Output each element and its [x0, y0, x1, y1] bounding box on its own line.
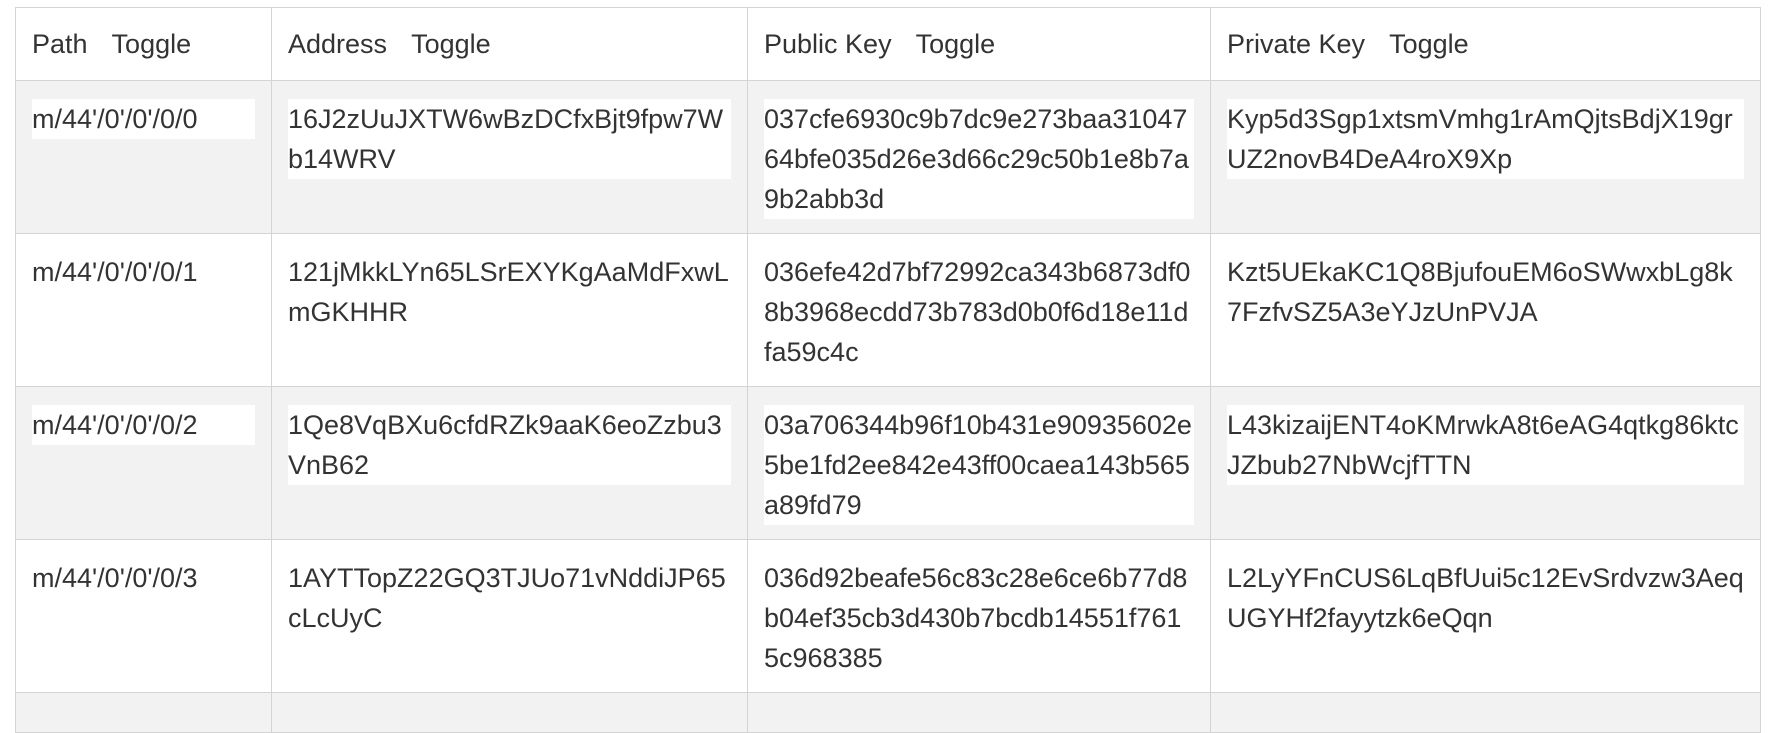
private-key-cell: Kzt5UEkaKC1Q8BjufouEM6oSWwxbLg8k7FzfvSZ5… [1210, 233, 1761, 387]
address-value[interactable]: 121jMkkLYn65LSrEXYKgAaMdFxwLmGKHHR [288, 252, 731, 332]
table-header: Path Toggle Address Toggle Public Key Toggl… [15, 7, 1761, 81]
public-key-value[interactable]: 036efe42d7bf72992ca343b6873df08b3968ecdd… [764, 252, 1194, 372]
private-key-value[interactable]: L2LyYFnCUS6LqBfUui5c12EvSrdvzw3AeqUGYHf2… [1227, 558, 1744, 638]
path-value[interactable]: m/44'/0'/0'/0/1 [32, 252, 255, 292]
table-row: m/44'/0'/0'/0/0 16J2zUuJXTW6wBzDCfxBjt9f… [15, 80, 1761, 234]
public-key-value[interactable]: 037cfe6930c9b7dc9e273baa3104764bfe035d26… [764, 99, 1194, 219]
table-body: m/44'/0'/0'/0/0 16J2zUuJXTW6wBzDCfxBjt9f… [15, 80, 1761, 733]
column-header-address: Address Toggle [271, 7, 748, 81]
private-key-toggle-link[interactable]: Toggle [1389, 29, 1469, 59]
private-key-value[interactable]: L43kizaijENT4oKMrwkA8t6eAG4qtkg86ktcJZbu… [1227, 405, 1744, 485]
public-key-toggle-link[interactable]: Toggle [916, 29, 996, 59]
column-header-public-key: Public Key Toggle [747, 7, 1211, 81]
private-key-value[interactable]: Kyp5d3Sgp1xtsmVmhg1rAmQjtsBdjX19grUZ2nov… [1227, 99, 1744, 179]
address-value[interactable]: 1AYTTopZ22GQ3TJUo71vNddiJP65cLcUyC [288, 558, 731, 638]
public-key-value[interactable]: 03a706344b96f10b431e90935602e5be1fd2ee84… [764, 405, 1194, 525]
address-toggle-link[interactable]: Toggle [411, 29, 491, 59]
address-header-label: Address [288, 29, 388, 59]
derived-addresses-table-container: Path Toggle Address Toggle Public Key Toggl… [15, 7, 1761, 733]
private-key-header-label: Private Key [1227, 29, 1366, 59]
path-cell: m/44'/0'/0'/0/3 [15, 539, 272, 693]
public-key-cell: 036d92beafe56c83c28e6ce6b77d8b04ef35cb3d… [747, 539, 1211, 693]
private-key-value[interactable]: Kzt5UEkaKC1Q8BjufouEM6oSWwxbLg8k7FzfvSZ5… [1227, 252, 1744, 332]
table-row: m/44'/0'/0'/0/3 1AYTTopZ22GQ3TJUo71vNddi… [15, 539, 1761, 693]
public-key-value[interactable]: 036d92beafe56c83c28e6ce6b77d8b04ef35cb3d… [764, 558, 1194, 678]
private-key-cell: L2LyYFnCUS6LqBfUui5c12EvSrdvzw3AeqUGYHf2… [1210, 539, 1761, 693]
address-cell: 121jMkkLYn65LSrEXYKgAaMdFxwLmGKHHR [271, 233, 748, 387]
path-toggle-link[interactable]: Toggle [112, 29, 192, 59]
address-cell: 1Qe8VqBXu6cfdRZk9aaK6eoZzbu3VnB62 [271, 386, 748, 540]
public-key-header-label: Public Key [764, 29, 892, 59]
public-key-cell: 036efe42d7bf72992ca343b6873df08b3968ecdd… [747, 233, 1211, 387]
table-row: m/44'/0'/0'/0/1 121jMkkLYn65LSrEXYKgAaMd… [15, 233, 1761, 387]
path-cell [15, 692, 272, 733]
private-key-cell [1210, 692, 1761, 733]
public-key-cell: 03a706344b96f10b431e90935602e5be1fd2ee84… [747, 386, 1211, 540]
public-key-cell [747, 692, 1211, 733]
private-key-cell: L43kizaijENT4oKMrwkA8t6eAG4qtkg86ktcJZbu… [1210, 386, 1761, 540]
column-header-private-key: Private Key Toggle [1210, 7, 1761, 81]
address-cell: 16J2zUuJXTW6wBzDCfxBjt9fpw7Wb14WRV [271, 80, 748, 234]
path-cell: m/44'/0'/0'/0/2 [15, 386, 272, 540]
address-cell [271, 692, 748, 733]
table-row-partial [15, 692, 1761, 733]
path-header-label: Path [32, 29, 88, 59]
path-cell: m/44'/0'/0'/0/1 [15, 233, 272, 387]
address-value[interactable]: 1Qe8VqBXu6cfdRZk9aaK6eoZzbu3VnB62 [288, 405, 731, 485]
path-value[interactable]: m/44'/0'/0'/0/2 [32, 405, 255, 445]
derived-addresses-table: Path Toggle Address Toggle Public Key Toggl… [15, 7, 1761, 733]
private-key-cell: Kyp5d3Sgp1xtsmVmhg1rAmQjtsBdjX19grUZ2nov… [1210, 80, 1761, 234]
path-value[interactable]: m/44'/0'/0'/0/0 [32, 99, 255, 139]
path-cell: m/44'/0'/0'/0/0 [15, 80, 272, 234]
address-value[interactable]: 16J2zUuJXTW6wBzDCfxBjt9fpw7Wb14WRV [288, 99, 731, 179]
table-row: m/44'/0'/0'/0/2 1Qe8VqBXu6cfdRZk9aaK6eoZ… [15, 386, 1761, 540]
path-value[interactable]: m/44'/0'/0'/0/3 [32, 558, 255, 598]
public-key-cell: 037cfe6930c9b7dc9e273baa3104764bfe035d26… [747, 80, 1211, 234]
address-cell: 1AYTTopZ22GQ3TJUo71vNddiJP65cLcUyC [271, 539, 748, 693]
header-row: Path Toggle Address Toggle Public Key Toggl… [15, 7, 1761, 81]
column-header-path: Path Toggle [15, 7, 272, 81]
